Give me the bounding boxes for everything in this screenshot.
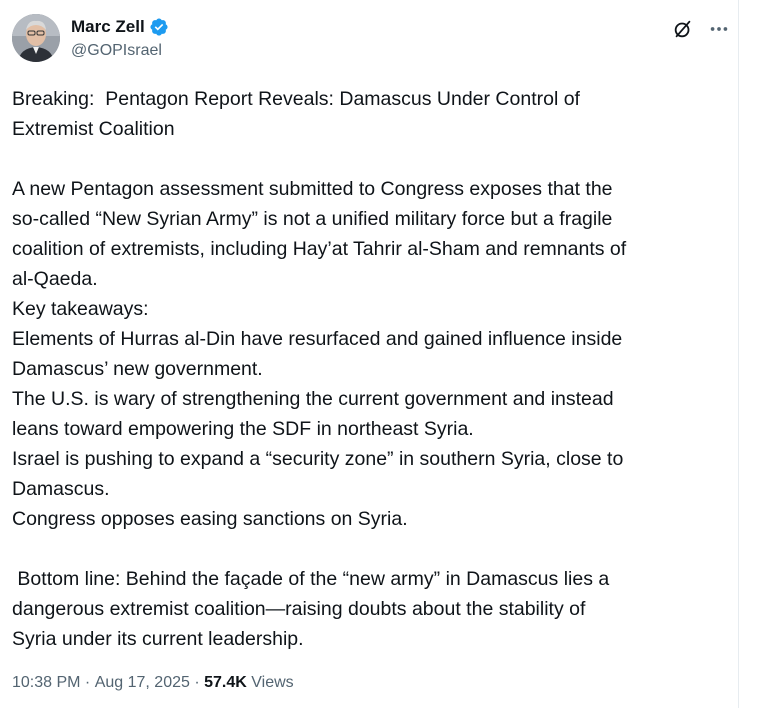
views-count: 57.4K xyxy=(204,674,247,691)
avatar-photo-icon xyxy=(12,14,60,62)
author-handle[interactable]: @GOPIsrael xyxy=(71,42,169,60)
tweet-header: Marc Zell @GOPIsrael xyxy=(12,14,730,66)
meta-separator: · xyxy=(80,674,95,691)
tweet-metadata: 10:38 PM · Aug 17, 2025 · 57.4K Views xyxy=(12,674,294,692)
tweet-text: Breaking: Pentagon Report Reveals: Damas… xyxy=(12,88,627,650)
meta-separator-2: · xyxy=(189,674,205,691)
verified-badge-icon[interactable] xyxy=(149,17,169,37)
tweet-date[interactable]: Aug 17, 2025 xyxy=(95,674,190,692)
views-label: Views xyxy=(246,674,294,691)
more-horizontal-icon[interactable] xyxy=(708,18,730,40)
column-divider xyxy=(738,0,739,708)
header-actions xyxy=(672,18,730,40)
author-info: Marc Zell @GOPIsrael xyxy=(71,16,169,60)
display-name-row: Marc Zell xyxy=(71,16,169,38)
tweet-time[interactable]: 10:38 PM xyxy=(12,674,80,692)
author-display-name[interactable]: Marc Zell xyxy=(71,17,145,37)
avatar[interactable] xyxy=(12,14,60,62)
slashed-circle-icon[interactable] xyxy=(672,18,694,40)
